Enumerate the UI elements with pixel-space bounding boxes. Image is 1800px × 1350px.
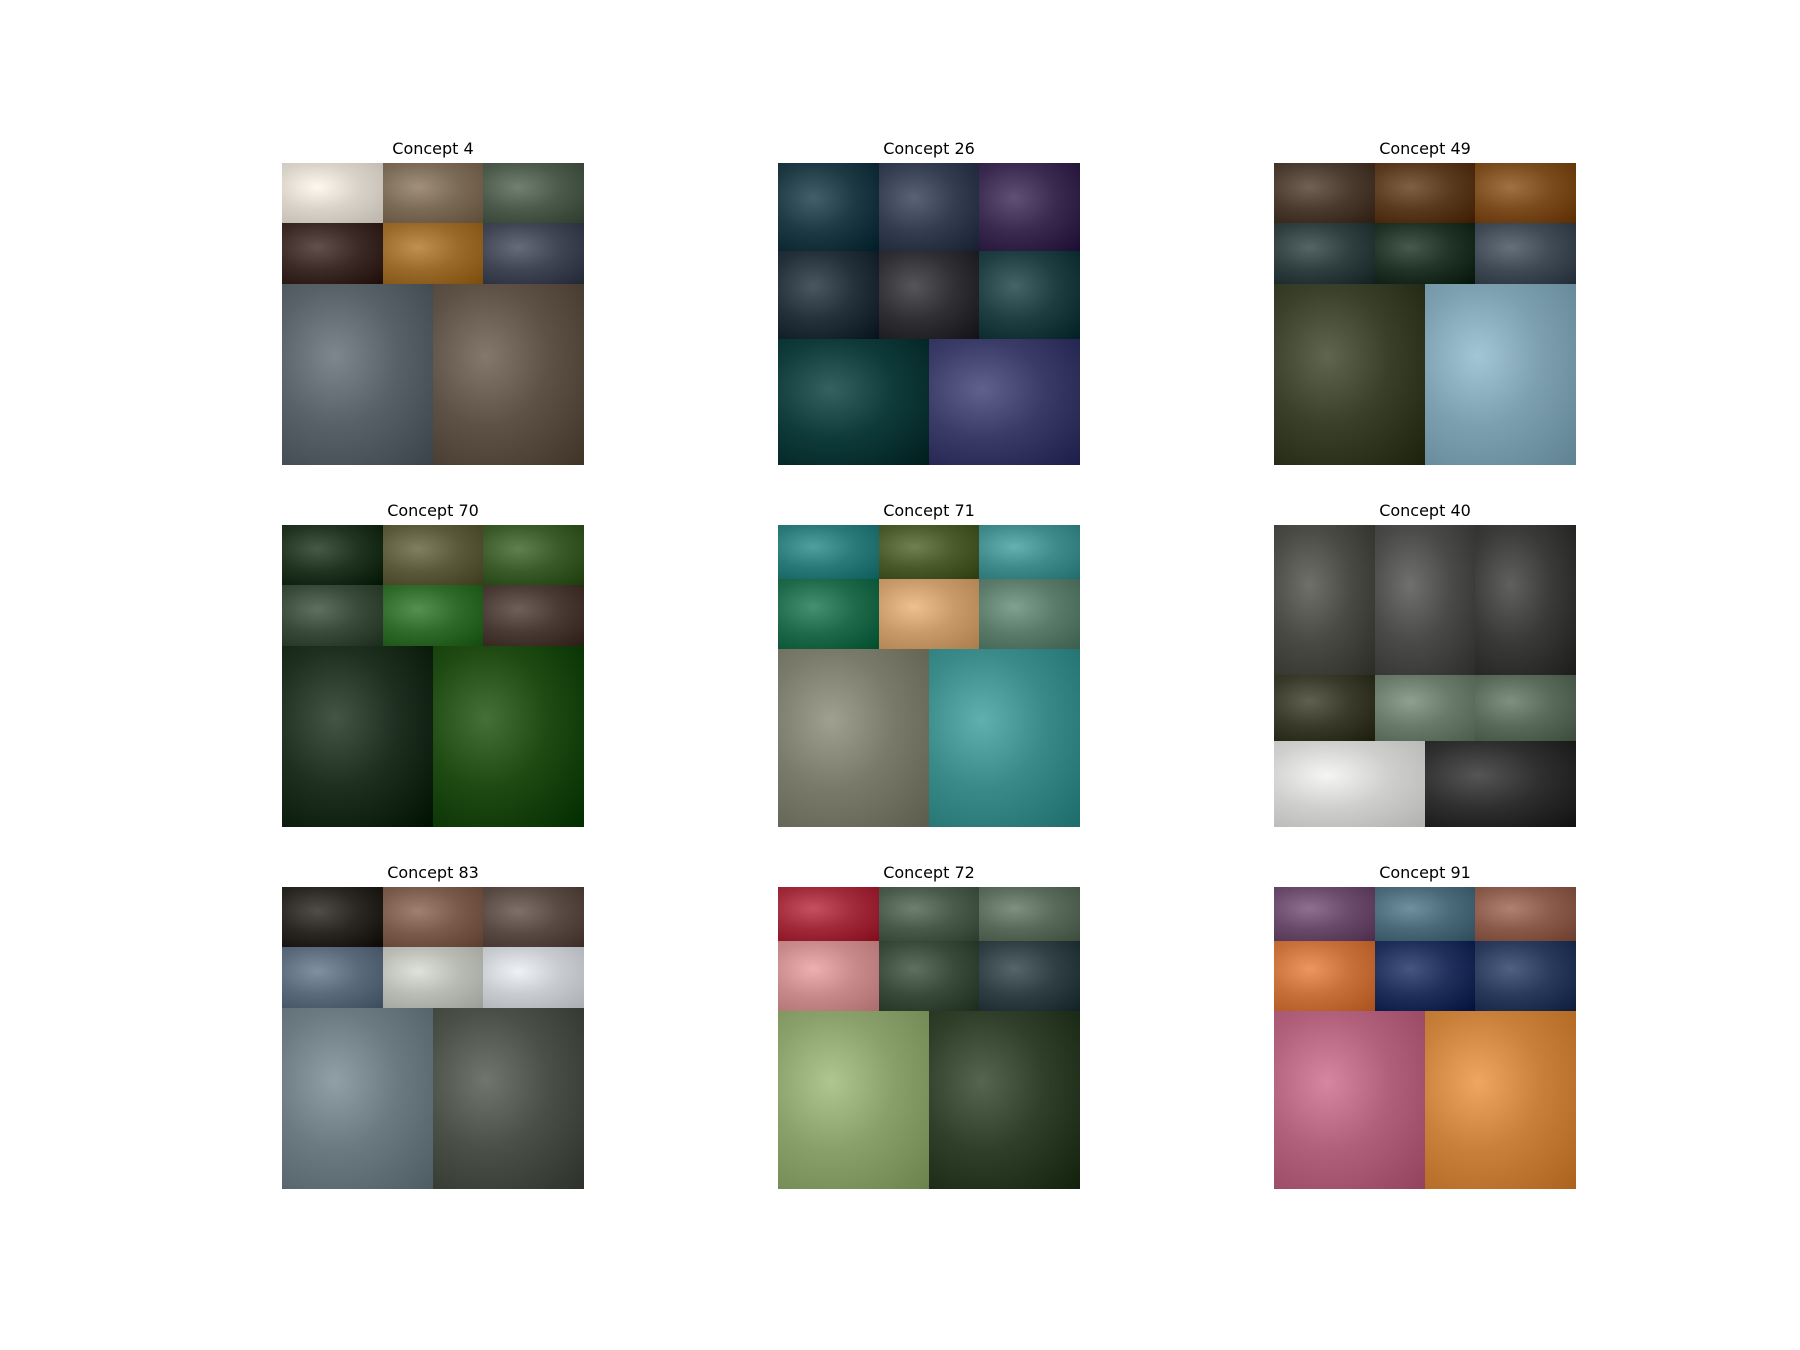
fern-photo [282, 525, 383, 585]
waterfall-photo [1274, 675, 1375, 741]
house-photo [979, 941, 1080, 1011]
sea-cave-photo [282, 887, 383, 947]
coast-sunset-photo [433, 1008, 584, 1189]
image-collage [282, 163, 584, 465]
dog-photo [383, 163, 483, 223]
coastline-photo [282, 947, 383, 1008]
concept-panel: Concept 40 [1274, 502, 1576, 827]
night-sky-photo [778, 163, 879, 251]
fern-photo [383, 585, 483, 646]
leaves-photo [979, 887, 1080, 941]
fern-photo [433, 646, 584, 827]
woman-with-flower-photo [778, 941, 879, 1011]
image-collage [778, 887, 1080, 1189]
waterfall-photo [1475, 675, 1576, 741]
fern-photo [282, 585, 383, 646]
forest-photo [1274, 163, 1375, 223]
image-collage [282, 887, 584, 1189]
forest-photo [1475, 163, 1576, 223]
waterfall-photo [1274, 525, 1375, 675]
panel-title: Concept 83 [387, 863, 479, 882]
image-collage [1274, 163, 1576, 465]
image-collage [282, 525, 584, 827]
seashore-photo [1375, 887, 1475, 941]
concept-panel: Concept 83 [282, 864, 584, 1189]
forest-photo [1274, 284, 1425, 465]
woman-portrait-photo [879, 941, 979, 1011]
dog-photo [483, 223, 584, 284]
beach-aerial-photo [879, 579, 979, 649]
night-sky-photo [778, 339, 929, 465]
image-collage [778, 163, 1080, 465]
dog-photo [433, 284, 584, 465]
waterfall-photo [1375, 525, 1475, 675]
leaves-photo [483, 163, 584, 223]
fern-photo [282, 646, 433, 827]
fern-photo [483, 585, 584, 646]
panel-title: Concept 49 [1379, 139, 1471, 158]
sunset-photo [1274, 941, 1375, 1011]
concept-panel: Concept 49 [1274, 140, 1576, 465]
sea-cliffs-photo [282, 1008, 433, 1189]
flowers-photo [778, 887, 879, 941]
forest-photo [1274, 223, 1375, 284]
waterfall-photo [1375, 675, 1475, 741]
island-aerial-photo [979, 525, 1080, 579]
concept-panel: Concept 4 [282, 140, 584, 465]
forest-photo [1375, 163, 1475, 223]
forest-aerial-photo [879, 525, 979, 579]
concept-panel: Concept 91 [1274, 864, 1576, 1189]
sunset-sea-photo [1274, 1011, 1425, 1189]
fern-photo [383, 525, 483, 585]
beach-aerial-photo [778, 649, 929, 827]
fern-photo [483, 525, 584, 585]
forest-photo [1475, 223, 1576, 284]
night-sky-photo [879, 251, 979, 339]
dog-photo [282, 284, 433, 465]
sea-arch-photo [483, 887, 584, 947]
night-sky-photo [979, 251, 1080, 339]
night-sky-photo [879, 163, 979, 251]
waterfall-photo [1475, 525, 1576, 675]
twilight-sky-photo [1475, 941, 1576, 1011]
concept-panel: Concept 70 [282, 502, 584, 827]
forest-photo [1425, 284, 1576, 465]
concept-panel: Concept 26 [778, 140, 1080, 465]
panel-title: Concept 71 [883, 501, 975, 520]
coast-aerial-photo [929, 649, 1080, 827]
panel-title: Concept 40 [1379, 501, 1471, 520]
panel-title: Concept 70 [387, 501, 479, 520]
dog-photo [282, 163, 383, 223]
beach-aerial-photo [778, 525, 879, 579]
panel-title: Concept 4 [392, 139, 474, 158]
sea-stack-sunset-photo [383, 887, 483, 947]
concept-panel: Concept 71 [778, 502, 1080, 827]
image-collage [778, 525, 1080, 827]
dog-photo [383, 223, 483, 284]
night-sky-photo [929, 339, 1080, 465]
sunset-beach-photo [1475, 887, 1576, 941]
blossoms-photo [778, 1011, 929, 1189]
panel-title: Concept 26 [883, 139, 975, 158]
panel-title: Concept 72 [883, 863, 975, 882]
image-collage [1274, 525, 1576, 827]
twilight-sky-photo [1375, 941, 1475, 1011]
woman-portrait-photo [879, 887, 979, 941]
concept-panel: Concept 72 [778, 864, 1080, 1189]
image-collage [1274, 887, 1576, 1189]
sea-stack-photo [383, 947, 483, 1008]
ocean-aerial-photo [778, 579, 879, 649]
cliffs-photo [1274, 741, 1425, 827]
dog-photo [282, 223, 383, 284]
night-sky-photo [778, 251, 879, 339]
panel-title: Concept 91 [1379, 863, 1471, 882]
woman-portrait-photo [929, 1011, 1080, 1189]
forest-photo [1375, 223, 1475, 284]
coast-aerial-photo [979, 579, 1080, 649]
sunset-clouds-photo [1274, 887, 1375, 941]
waterfall-photo [1425, 741, 1576, 827]
sea-stack-photo [483, 947, 584, 1008]
sunset-sea-photo [1425, 1011, 1576, 1189]
night-sky-photo [979, 163, 1080, 251]
